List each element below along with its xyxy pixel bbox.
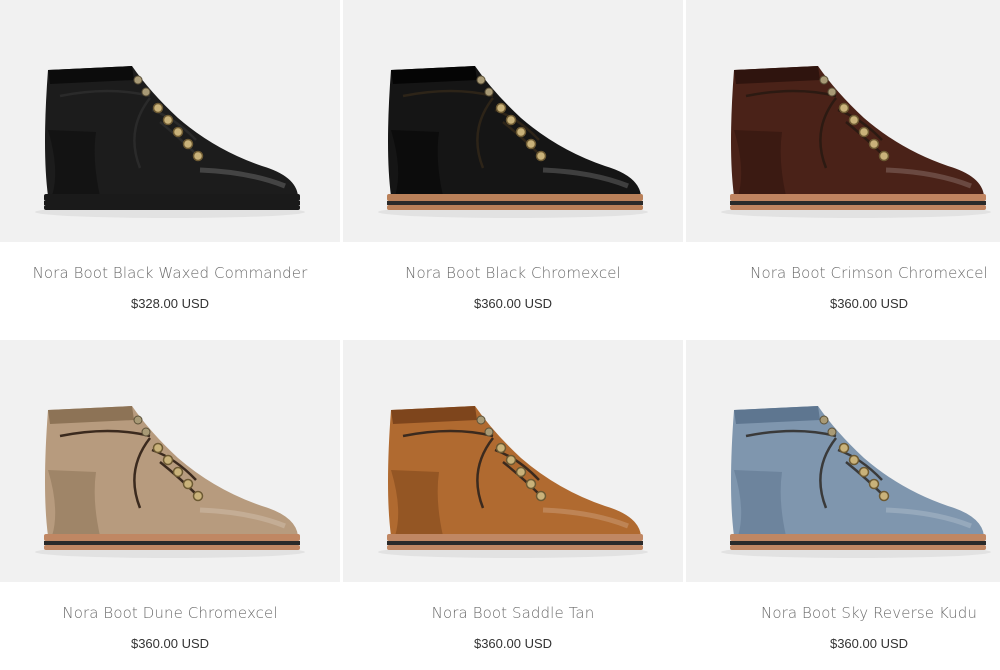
boot-midsole-stripe (387, 541, 643, 545)
eyelet (182, 138, 194, 150)
product-card[interactable]: Nora Boot Black Chromexcel $360.00 USD (343, 0, 683, 335)
product-title[interactable]: Nora Boot Black Chromexcel (343, 264, 683, 282)
product-price: $360.00 USD (130, 636, 210, 651)
speed-hook (827, 87, 837, 97)
boot-welt (730, 534, 986, 541)
boot-midsole-stripe (44, 201, 300, 205)
boot-sole (44, 545, 300, 550)
product-card[interactable]: Nora Boot Sky Reverse Kudu $360.00 USD (686, 340, 1000, 670)
eyelet (172, 466, 184, 478)
speed-hook (141, 87, 151, 97)
boot-sole (387, 545, 643, 550)
speed-hook (476, 75, 486, 85)
speed-hook (141, 427, 151, 437)
boot-welt (387, 534, 643, 541)
product-image[interactable] (0, 0, 340, 242)
eyelet (495, 442, 507, 454)
eyelet (515, 126, 527, 138)
speed-hook (819, 415, 829, 425)
eyelet (515, 466, 527, 478)
product-image[interactable] (686, 0, 1000, 242)
product-grid: Nora Boot Black Waxed Commander $328.00 … (0, 0, 1000, 670)
eyelet (162, 454, 174, 466)
eyelet (858, 126, 870, 138)
boot-welt (44, 194, 300, 201)
product-title[interactable]: Nora Boot Black Waxed Commander (0, 264, 340, 282)
boot-welt (730, 194, 986, 201)
eyelet (838, 102, 850, 114)
eyelet (505, 114, 517, 126)
boot-sole (387, 205, 643, 210)
eyelet (192, 150, 204, 162)
speed-hook (133, 415, 143, 425)
eyelet (172, 126, 184, 138)
eyelet (878, 150, 890, 162)
eyelet (192, 490, 204, 502)
boot-midsole-stripe (730, 201, 986, 205)
speed-hook (819, 75, 829, 85)
boot-heel-counter (734, 130, 786, 196)
product-image[interactable] (686, 340, 1000, 582)
product-image[interactable] (0, 340, 340, 582)
speed-hook (476, 415, 486, 425)
product-title[interactable]: Nora Boot Crimson Chromexcel (699, 264, 1000, 282)
boot-heel-counter (48, 470, 100, 536)
boot-sole (730, 205, 986, 210)
product-price: $360.00 USD (473, 296, 553, 311)
eyelet (152, 442, 164, 454)
boot-midsole-stripe (730, 541, 986, 545)
product-card[interactable]: Nora Boot Dune Chromexcel $360.00 USD (0, 340, 340, 670)
eyelet (525, 138, 537, 150)
eyelet (858, 466, 870, 478)
speed-hook (827, 427, 837, 437)
boot-midsole-stripe (387, 201, 643, 205)
speed-hook (484, 427, 494, 437)
eyelet (838, 442, 850, 454)
boot-midsole-stripe (44, 541, 300, 545)
boot-heel-counter (391, 470, 443, 536)
product-image[interactable] (343, 0, 683, 242)
boot-welt (44, 534, 300, 541)
eyelet (152, 102, 164, 114)
eyelet (878, 490, 890, 502)
boot-heel-counter (48, 130, 100, 196)
product-price: $360.00 USD (829, 296, 909, 311)
product-title[interactable]: Nora Boot Saddle Tan (343, 604, 683, 622)
eyelet (495, 102, 507, 114)
speed-hook (484, 87, 494, 97)
speed-hook (133, 75, 143, 85)
product-title[interactable]: Nora Boot Sky Reverse Kudu (699, 604, 1000, 622)
eyelet (162, 114, 174, 126)
eyelet (505, 454, 517, 466)
eyelet (525, 478, 537, 490)
boot-welt (387, 194, 643, 201)
boot-sole (44, 205, 300, 210)
eyelet (848, 454, 860, 466)
boot-sole (730, 545, 986, 550)
boot-heel-counter (391, 130, 443, 196)
product-image[interactable] (343, 340, 683, 582)
product-price: $360.00 USD (473, 636, 553, 651)
eyelet (182, 478, 194, 490)
eyelet (535, 490, 547, 502)
product-card[interactable]: Nora Boot Crimson Chromexcel $360.00 USD (686, 0, 1000, 335)
eyelet (868, 478, 880, 490)
product-price: $328.00 USD (130, 296, 210, 311)
product-card[interactable]: Nora Boot Black Waxed Commander $328.00 … (0, 0, 340, 335)
eyelet (868, 138, 880, 150)
eyelet (848, 114, 860, 126)
eyelet (535, 150, 547, 162)
product-card[interactable]: Nora Boot Saddle Tan $360.00 USD (343, 340, 683, 670)
product-price: $360.00 USD (829, 636, 909, 651)
product-title[interactable]: Nora Boot Dune Chromexcel (0, 604, 340, 622)
boot-heel-counter (734, 470, 786, 536)
